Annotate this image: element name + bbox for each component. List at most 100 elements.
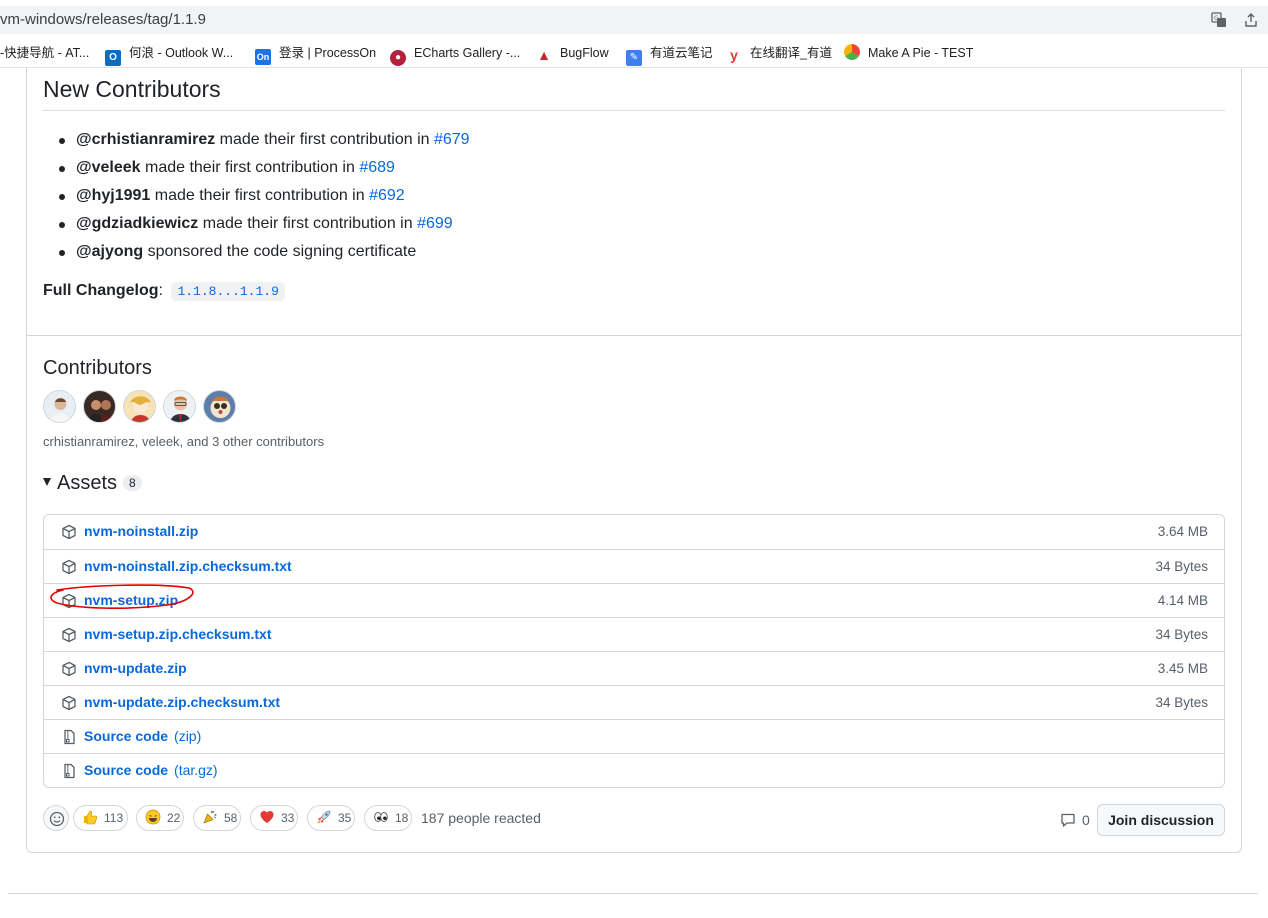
avatar-gdziadkiewicz[interactable] <box>163 390 196 423</box>
comment-icon <box>1061 813 1075 827</box>
asset-row: Source code (zip) <box>44 719 1224 753</box>
asset-link[interactable]: Source code (tar.gz) <box>84 762 218 778</box>
address-bar: vm-windows/releases/tag/1.1.9 G <box>0 0 1268 38</box>
user-mention[interactable]: @crhistianramirez <box>76 131 215 148</box>
bookmark-item[interactable]: On 登录 | ProcessOn <box>255 44 376 65</box>
package-icon <box>62 627 76 643</box>
avatar-hyj1991[interactable] <box>123 390 156 423</box>
asset-row: nvm-update.zip.checksum.txt 34 Bytes <box>44 685 1224 719</box>
asset-link[interactable]: Source code (zip) <box>84 728 201 744</box>
asset-size: 34 Bytes <box>1155 559 1208 574</box>
omnibox[interactable]: vm-windows/releases/tag/1.1.9 G <box>0 6 1268 34</box>
assets-count-badge: 8 <box>123 475 142 491</box>
bookmarks-bar: -快捷导航 - AT... O 何浪 - Outlook W... On 登录 | … <box>0 38 1268 68</box>
asset-row: nvm-setup.zip 4.14 MB <box>44 583 1224 617</box>
reaction-eyes[interactable]: 18 <box>364 805 412 831</box>
assets-toggle[interactable]: Assets 8 <box>43 472 142 495</box>
bookmark-item[interactable]: ✎ 有道云笔记 <box>626 44 713 66</box>
asset-link[interactable]: nvm-update.zip <box>84 660 187 676</box>
package-icon <box>62 524 76 540</box>
bookmark-item[interactable]: ● ECharts Gallery -... <box>390 44 520 66</box>
user-mention[interactable]: @ajyong <box>76 243 143 260</box>
share-icon[interactable] <box>1242 12 1260 28</box>
asset-size: 34 Bytes <box>1155 695 1208 710</box>
asset-size: 3.64 MB <box>1157 524 1208 539</box>
asset-size: 34 Bytes <box>1155 627 1208 642</box>
package-icon <box>62 559 76 575</box>
list-item: @ajyong sponsored the code signing certi… <box>59 240 470 268</box>
changelog-compare-link[interactable]: 1.1.8...1.1.9 <box>171 282 285 301</box>
asset-row: nvm-noinstall.zip 3.64 MB <box>44 515 1224 549</box>
package-icon <box>62 695 76 711</box>
thumbs-up-icon <box>84 810 98 825</box>
asset-row: Source code (tar.gz) <box>44 753 1224 787</box>
assets-list: nvm-noinstall.zip 3.64 MB nvm-noinstall.… <box>43 514 1225 788</box>
join-discussion-button[interactable]: Join discussion <box>1097 804 1225 836</box>
laugh-icon <box>145 809 161 825</box>
makeapie-icon <box>844 44 860 60</box>
bookmark-item[interactable]: Make A Pie - TEST <box>844 44 973 62</box>
assets-heading: Assets <box>57 472 118 494</box>
footer-divider <box>8 893 1258 894</box>
asset-link[interactable]: nvm-update.zip.checksum.txt <box>84 694 280 710</box>
list-item: @veleek made their first contribution in… <box>59 156 470 184</box>
list-item: @gdziadkiewicz made their first contribu… <box>59 212 470 240</box>
heading-divider <box>43 110 1225 111</box>
new-contributors-heading: New Contributors <box>43 76 221 102</box>
avatar-veleek[interactable] <box>83 390 116 423</box>
heart-icon <box>260 811 274 823</box>
release-card: New Contributors @crhistianramirez made … <box>26 68 1242 853</box>
list-item: @crhistianramirez made their first contr… <box>59 128 470 156</box>
asset-link[interactable]: nvm-setup.zip.checksum.txt <box>84 626 272 642</box>
package-icon <box>62 593 76 609</box>
asset-link[interactable]: nvm-noinstall.zip.checksum.txt <box>84 558 292 574</box>
asset-row: nvm-noinstall.zip.checksum.txt 34 Bytes <box>44 549 1224 583</box>
youdao-note-icon: ✎ <box>626 50 642 66</box>
full-changelog: Full Changelog: 1.1.8...1.1.9 <box>43 282 285 301</box>
contributors-summary[interactable]: crhistianramirez, veleek, and 3 other co… <box>43 434 324 449</box>
bugflow-icon: ▲ <box>537 47 551 63</box>
pr-link[interactable]: #699 <box>417 215 453 232</box>
add-reaction-button[interactable] <box>43 805 69 831</box>
user-mention[interactable]: @gdziadkiewicz <box>76 215 198 232</box>
caret-down-icon <box>43 478 51 486</box>
asset-link[interactable]: nvm-noinstall.zip <box>84 523 198 539</box>
hooray-icon <box>203 810 217 824</box>
reaction-hooray[interactable]: 58 <box>193 805 241 831</box>
bookmark-item[interactable]: -快捷导航 - AT... <box>0 44 89 62</box>
asset-row: nvm-setup.zip.checksum.txt 34 Bytes <box>44 617 1224 651</box>
smiley-icon <box>49 811 65 827</box>
reaction-laugh[interactable]: 22 <box>136 805 184 831</box>
bookmark-item[interactable]: O 何浪 - Outlook W... <box>105 44 233 66</box>
contributors-heading: Contributors <box>43 357 152 379</box>
comment-count[interactable]: 0 <box>1060 812 1090 828</box>
youdao-icon: y <box>730 47 738 63</box>
pr-link[interactable]: #692 <box>369 187 405 204</box>
rocket-icon <box>317 810 331 824</box>
file-zip-icon <box>64 729 75 745</box>
asset-size: 4.14 MB <box>1157 593 1208 608</box>
asset-size: 3.45 MB <box>1157 661 1208 676</box>
user-mention[interactable]: @veleek <box>76 159 141 176</box>
user-mention[interactable]: @hyj1991 <box>76 187 150 204</box>
package-icon <box>62 661 76 677</box>
reaction-heart[interactable]: 33 <box>250 805 298 831</box>
pr-link[interactable]: #679 <box>434 131 470 148</box>
translate-icon[interactable]: G <box>1210 12 1228 28</box>
avatar-ajyong[interactable] <box>203 390 236 423</box>
bookmark-item[interactable]: ▲ BugFlow <box>536 44 609 63</box>
avatar-crhistianramirez[interactable] <box>43 390 76 423</box>
asset-row: nvm-update.zip 3.45 MB <box>44 651 1224 685</box>
reaction-rocket[interactable]: 35 <box>307 805 355 831</box>
people-reacted-count: 187 people reacted <box>421 810 541 826</box>
url-text[interactable]: vm-windows/releases/tag/1.1.9 <box>0 11 206 28</box>
processon-icon: On <box>255 49 271 65</box>
release-notes: New Contributors @crhistianramirez made … <box>27 68 1241 336</box>
bookmark-item[interactable]: y 在线翻译_有道 <box>726 44 832 63</box>
pr-link[interactable]: #689 <box>359 159 395 176</box>
reaction-thumbs-up[interactable]: 113 <box>73 805 128 831</box>
file-zip-icon <box>64 763 75 779</box>
asset-link[interactable]: nvm-setup.zip <box>84 592 178 608</box>
list-item: @hyj1991 made their first contribution i… <box>59 184 470 212</box>
echarts-icon: ● <box>390 50 406 66</box>
